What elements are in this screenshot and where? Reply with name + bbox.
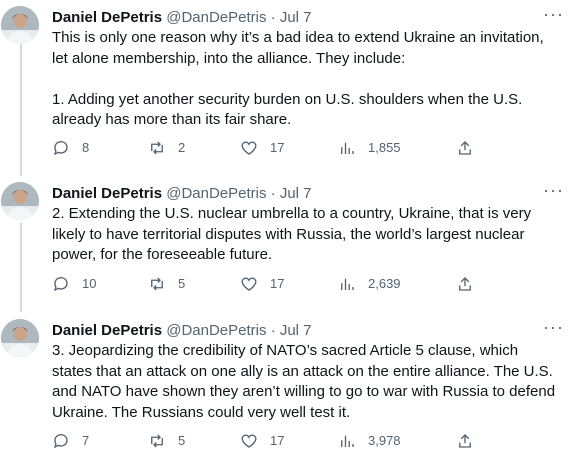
tweet[interactable]: Daniel DePetris @DanDePetris · Jul 7 ···… xyxy=(0,180,572,302)
reply-count: 7 xyxy=(82,433,90,448)
retweet-count: 5 xyxy=(178,276,186,291)
tweet-header: Daniel DePetris @DanDePetris · Jul 7 xyxy=(52,319,572,343)
like-button[interactable]: 17 xyxy=(240,273,284,295)
views-button[interactable]: 1,855 xyxy=(338,137,401,159)
share-button[interactable] xyxy=(456,137,474,159)
retweet-icon xyxy=(151,277,163,291)
tweet-actions: 10 5 17 2,639 xyxy=(52,273,562,295)
retweet-icon xyxy=(151,141,163,155)
reply-button[interactable]: 7 xyxy=(52,430,89,452)
share-button[interactable] xyxy=(456,273,474,295)
like-button[interactable]: 17 xyxy=(240,137,284,159)
separator-dot: · xyxy=(270,322,276,339)
reply-icon xyxy=(53,277,68,292)
heart-icon xyxy=(241,434,257,448)
author-name[interactable]: Daniel DePetris xyxy=(52,322,162,339)
tweet[interactable]: Daniel DePetris @DanDePetris · Jul 7 ···… xyxy=(0,4,572,166)
retweet-icon xyxy=(151,434,163,448)
avatar[interactable] xyxy=(1,6,39,44)
author-handle[interactable]: @DanDePetris xyxy=(166,322,266,339)
author-name[interactable]: Daniel DePetris xyxy=(52,9,162,26)
author-handle[interactable]: @DanDePetris xyxy=(166,185,266,202)
like-count: 17 xyxy=(270,140,285,155)
reply-icon xyxy=(53,141,68,156)
reply-button[interactable]: 8 xyxy=(52,137,89,159)
tweet-text: 2. Extending the U.S. nuclear umbrella t… xyxy=(52,205,536,263)
tweet-header: Daniel DePetris @DanDePetris · Jul 7 xyxy=(52,182,572,206)
avatar[interactable] xyxy=(1,319,39,357)
share-button[interactable] xyxy=(456,430,474,452)
view-count: 2,639 xyxy=(368,276,401,291)
reply-count: 8 xyxy=(82,140,90,155)
tweet-date[interactable]: Jul 7 xyxy=(280,185,312,202)
separator-dot: · xyxy=(270,9,276,26)
author-name[interactable]: Daniel DePetris xyxy=(52,185,162,202)
retweet-button[interactable]: 5 xyxy=(148,273,185,295)
share-icon xyxy=(459,141,471,155)
tweet-text: 3. Jeopardizing the credibility of NATO’… xyxy=(52,342,560,421)
more-options-icon[interactable]: ··· xyxy=(543,317,564,338)
tweet[interactable]: Daniel DePetris @DanDePetris · Jul 7 ···… xyxy=(0,317,572,452)
share-icon xyxy=(459,277,471,291)
view-count: 3,978 xyxy=(368,433,401,448)
views-icon xyxy=(341,435,354,447)
like-count: 17 xyxy=(270,433,285,448)
more-options-icon[interactable]: ··· xyxy=(543,4,564,25)
tweet-actions: 8 2 17 1,855 xyxy=(52,137,562,159)
like-button[interactable]: 17 xyxy=(240,430,284,452)
tweet-date[interactable]: Jul 7 xyxy=(280,9,312,26)
retweet-button[interactable]: 5 xyxy=(148,430,185,452)
retweet-button[interactable]: 2 xyxy=(148,137,185,159)
tweet-header: Daniel DePetris @DanDePetris · Jul 7 xyxy=(52,6,572,30)
author-handle[interactable]: @DanDePetris xyxy=(166,9,266,26)
tweet-text: This is only one reason why it’s a bad i… xyxy=(52,29,544,128)
tweet-date[interactable]: Jul 7 xyxy=(280,322,312,339)
views-icon xyxy=(341,278,354,290)
separator-dot: · xyxy=(270,185,276,202)
like-count: 17 xyxy=(270,276,285,291)
share-icon xyxy=(459,434,471,448)
heart-icon xyxy=(241,277,257,291)
reply-button[interactable]: 10 xyxy=(52,273,96,295)
retweet-count: 5 xyxy=(178,433,186,448)
reply-count: 10 xyxy=(82,276,97,291)
tweet-actions: 7 5 17 3,978 xyxy=(52,430,562,452)
views-button[interactable]: 3,978 xyxy=(338,430,401,452)
more-options-icon[interactable]: ··· xyxy=(543,180,564,201)
avatar[interactable] xyxy=(1,182,39,220)
heart-icon xyxy=(241,141,257,155)
view-count: 1,855 xyxy=(368,140,401,155)
reply-icon xyxy=(53,434,68,449)
retweet-count: 2 xyxy=(178,140,186,155)
views-button[interactable]: 2,639 xyxy=(338,273,401,295)
views-icon xyxy=(341,142,354,154)
